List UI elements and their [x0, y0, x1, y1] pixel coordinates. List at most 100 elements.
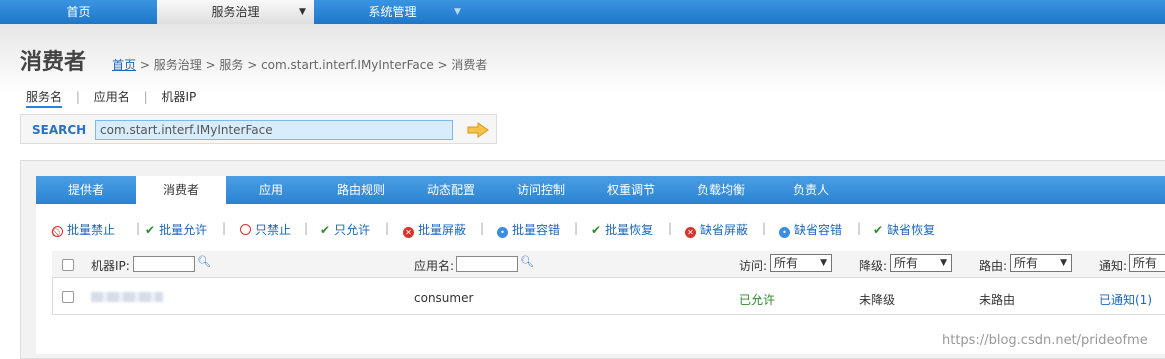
divider: |	[385, 221, 390, 235]
search-icon[interactable]: 🔍︎	[520, 255, 534, 268]
redacted-ip	[91, 292, 163, 302]
tab-load-balance[interactable]: 负载均衡	[676, 176, 766, 204]
search-tab-ip[interactable]: 机器IP	[161, 90, 196, 104]
default-restore-label: 缺省恢复	[887, 223, 936, 237]
tab-weight-adjust[interactable]: 权重调节	[586, 176, 676, 204]
batch-allow-button[interactable]: ✔ 批量允许	[145, 221, 207, 238]
search-tab-service[interactable]: 服务名	[26, 90, 63, 108]
header-access: 访问:	[739, 259, 768, 273]
search-bar: SEARCH	[20, 114, 497, 144]
check-icon: ✔	[145, 223, 156, 237]
batch-deny-label: 批量禁止	[67, 223, 116, 237]
row-route-status: 未路由	[979, 293, 1016, 307]
batch-shield-label: 批量屏蔽	[418, 223, 467, 237]
chevron-down-icon: ▼	[1060, 258, 1067, 268]
ban-icon	[240, 224, 251, 235]
default-tolerance-button[interactable]: • 缺省容错	[779, 221, 842, 238]
page-title: 消费者	[20, 50, 87, 75]
divider: |	[668, 221, 673, 235]
degrade-filter-select[interactable]: 所有 ▼	[890, 254, 952, 272]
header-notify: 通知:	[1099, 259, 1128, 273]
row-notify-link[interactable]: 已通知(1)	[1099, 291, 1152, 308]
row-checkbox[interactable]	[62, 291, 74, 303]
notify-filter-select[interactable]: 所有	[1129, 254, 1165, 272]
tab-dynamic-config[interactable]: 动态配置	[406, 176, 496, 204]
app-filter-input[interactable]	[456, 256, 518, 272]
default-shield-label: 缺省屏蔽	[700, 223, 749, 237]
access-filter-value: 所有	[774, 256, 799, 270]
default-restore-button[interactable]: ✔ 缺省恢复	[873, 221, 935, 238]
deny-only-button[interactable]: 只禁止	[240, 221, 291, 238]
tab-routing-rules[interactable]: 路由规则	[316, 176, 406, 204]
tab-access-control[interactable]: 访问控制	[496, 176, 586, 204]
search-label: SEARCH	[32, 123, 87, 137]
access-filter-select[interactable]: 所有 ▼	[770, 254, 832, 272]
divider: |	[574, 221, 579, 235]
route-filter-select[interactable]: 所有 ▼	[1010, 254, 1072, 272]
row-access-status: 已允许	[739, 293, 776, 307]
batch-tolerance-button[interactable]: • 批量容错	[497, 221, 560, 238]
close-circle-icon: ✕	[685, 227, 696, 238]
breadcrumb-home-link[interactable]: 首页	[112, 58, 136, 72]
header-ip: 机器IP:	[91, 259, 130, 273]
ban-icon: ⃠	[52, 226, 63, 237]
divider: |	[136, 221, 141, 235]
nav-service-governance-label: 服务治理	[211, 5, 260, 19]
allow-only-label: 只允许	[334, 223, 371, 237]
info-circle-icon: •	[497, 227, 508, 238]
header-degrade: 降级:	[859, 259, 888, 273]
chevron-down-icon: ▼	[299, 7, 306, 17]
batch-deny-button[interactable]: ⃠ 批量禁止	[52, 221, 115, 238]
notify-filter-value: 所有	[1133, 256, 1158, 270]
nav-service-governance[interactable]: 服务治理 ▼	[157, 0, 314, 24]
header-app: 应用名:	[414, 259, 455, 273]
divider: |	[143, 90, 148, 104]
allow-only-button[interactable]: ✔ 只允许	[320, 221, 370, 238]
watermark: https://blog.csdn.net/prideofme	[942, 333, 1148, 348]
search-input[interactable]	[95, 120, 453, 140]
route-filter-value: 所有	[1014, 256, 1039, 270]
chevron-down-icon: ▼	[940, 258, 947, 268]
search-type-tabs: 服务名 | 应用名 | 机器IP	[26, 88, 206, 108]
row-degrade-status: 未降级	[859, 293, 896, 307]
tab-consumers[interactable]: 消费者	[136, 176, 226, 204]
batch-tolerance-label: 批量容错	[512, 223, 561, 237]
nav-system-management[interactable]: 系统管理 ▼	[314, 0, 471, 24]
divider: |	[480, 221, 485, 235]
divider: |	[304, 221, 309, 235]
check-icon: ✔	[320, 223, 331, 237]
divider: |	[75, 90, 80, 104]
tab-bar: 提供者 消费者 应用 路由规则 动态配置 访问控制 权重调节 负载均衡 负责人	[36, 176, 1165, 204]
nav-home[interactable]: 首页	[0, 0, 157, 24]
info-circle-icon: •	[779, 227, 790, 238]
header-route: 路由:	[979, 259, 1008, 273]
batch-restore-label: 批量恢复	[605, 223, 654, 237]
top-nav: 首页 服务治理 ▼ 系统管理 ▼	[0, 0, 1165, 24]
search-icon[interactable]: 🔍︎	[197, 255, 211, 268]
chevron-down-icon: ▼	[454, 7, 461, 17]
batch-restore-button[interactable]: ✔ 批量恢复	[591, 221, 653, 238]
default-tolerance-label: 缺省容错	[794, 223, 843, 237]
arrow-right-icon[interactable]	[467, 122, 489, 138]
close-circle-icon: ✕	[403, 227, 414, 238]
breadcrumb-path: > 服务治理 > 服务 > com.start.interf.IMyInterF…	[139, 58, 488, 72]
nav-system-management-label: 系统管理	[368, 5, 417, 19]
row-app: consumer	[414, 291, 474, 305]
check-icon: ✔	[591, 223, 602, 237]
default-shield-button[interactable]: ✕ 缺省屏蔽	[685, 221, 748, 238]
divider: |	[857, 221, 862, 235]
batch-shield-button[interactable]: ✕ 批量屏蔽	[403, 221, 466, 238]
batch-allow-label: 批量允许	[159, 223, 208, 237]
degrade-filter-value: 所有	[894, 256, 919, 270]
tab-applications[interactable]: 应用	[226, 176, 316, 204]
check-icon: ✔	[873, 223, 884, 237]
select-all-checkbox[interactable]	[62, 259, 74, 271]
tab-owners[interactable]: 负责人	[766, 176, 856, 204]
ip-filter-input[interactable]	[133, 256, 195, 272]
breadcrumb: 首页 > 服务治理 > 服务 > com.start.interf.IMyInt…	[112, 56, 487, 73]
divider: |	[762, 221, 767, 235]
deny-only-label: 只禁止	[255, 223, 292, 237]
search-tab-app[interactable]: 应用名	[94, 90, 130, 104]
divider: |	[222, 221, 227, 235]
tab-providers[interactable]: 提供者	[36, 176, 136, 204]
